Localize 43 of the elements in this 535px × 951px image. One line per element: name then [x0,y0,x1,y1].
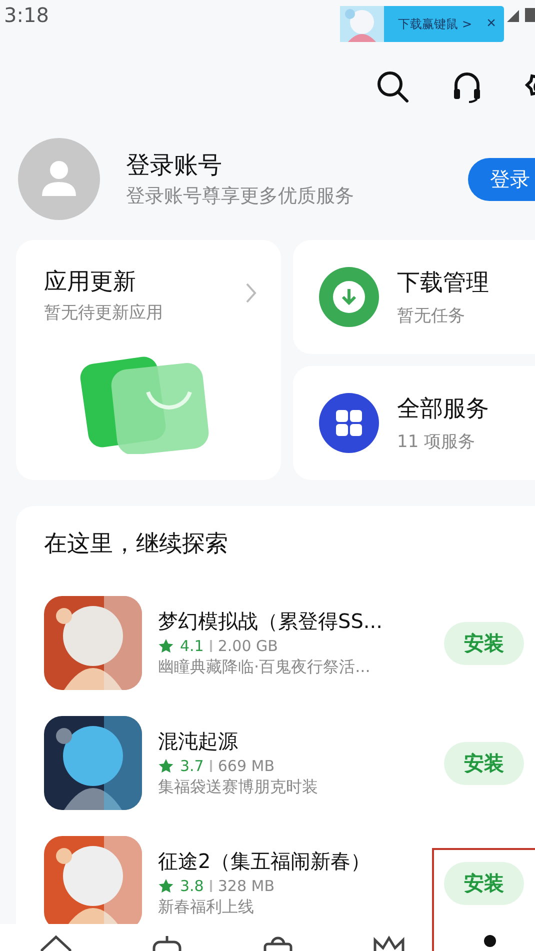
status-time: 3:18 [4,2,49,29]
search-icon[interactable] [376,70,410,104]
app-description: 新春福利上线 [158,897,255,918]
card-subtitle: 暂无待更新应用 [44,302,164,324]
app-size: 328 MB [218,877,274,895]
app-name[interactable]: 混沌起源 [158,728,438,755]
star-icon [158,878,174,894]
divider-icon [210,760,212,772]
app-description: 幽瞳典藏降临·百鬼夜行祭活... [158,657,372,678]
section-title: 在这里，继续探索 [44,530,229,559]
app-size: 2.00 GB [218,637,278,655]
app-rating: 3.8 [180,877,204,895]
card-title: 全部服务 [397,395,490,424]
star-icon [158,638,174,654]
headset-icon[interactable] [452,71,482,103]
service-card[interactable]: 全部服务 11 项服务 [293,366,535,480]
update-card[interactable]: 应用更新 暂无待更新应用 [16,240,281,480]
account-title: 登录账号 [126,150,223,181]
login-button[interactable]: 登录 [468,158,535,200]
dot-icon[interactable] [482,934,496,948]
app-name[interactable]: 梦幻模拟战（累登得SS... [158,608,438,635]
promo-arrow: > [462,17,472,31]
card-title: 应用更新 [44,268,137,297]
star-icon [158,758,174,774]
app-rating: 3.7 [180,757,204,775]
card-subtitle: 暂无任务 [397,305,466,327]
download-icon [319,267,379,327]
grid-icon [319,393,379,453]
promo-banner[interactable]: 下载赢键鼠 > × [340,6,504,42]
signal-icon [507,8,535,22]
service-card[interactable]: 下载管理 暂无任务 [293,240,535,354]
app-size: 669 MB [218,757,274,775]
divider-icon [210,640,212,652]
account-subtitle: 登录账号尊享更多优质服务 [126,184,355,209]
card-subtitle: 11 项服务 [397,431,476,453]
divider-icon [210,880,212,892]
close-button[interactable]: × [478,15,504,33]
app-rating: 4.1 [180,637,204,655]
app-name[interactable]: 征途2（集五福闹新春） [158,848,438,875]
chevron-icon [245,282,257,304]
app-description: 集福袋送赛博朋克时装 [158,777,319,798]
promo-text: 下载赢键鼠 [398,16,458,32]
card-title: 下载管理 [397,269,490,298]
